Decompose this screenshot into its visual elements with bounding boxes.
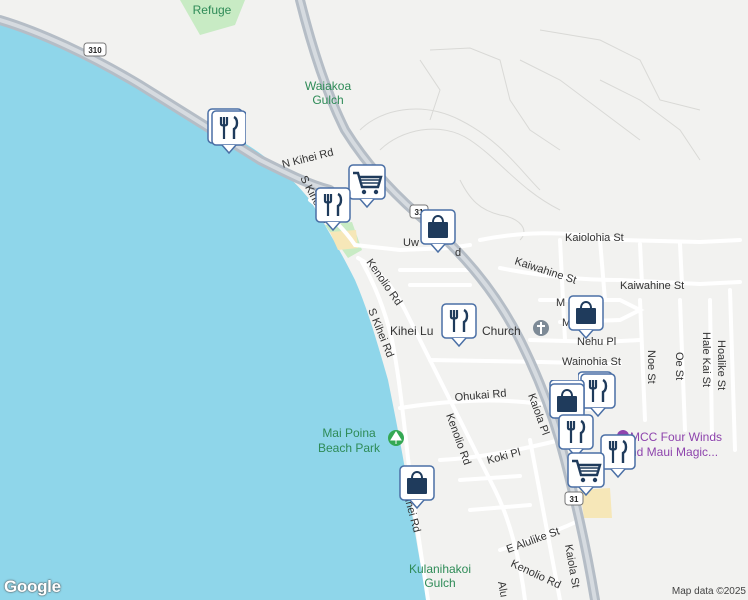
route-310-shield: 310 xyxy=(83,42,107,57)
label-refuge: Refuge xyxy=(193,3,232,17)
label-kihei-church: Kihei Lu xyxy=(390,324,433,338)
label-waiakoa-gulch: Gulch xyxy=(312,93,343,107)
label-hoalike-st: Hoalike St xyxy=(715,340,727,390)
label-kenolio-rd-upper: Kenolio Rd xyxy=(364,257,405,308)
label-oe-st: Oe St xyxy=(673,352,685,380)
shopping-bag-icon xyxy=(568,295,604,340)
label-koki-pl: Koki Pl xyxy=(486,446,522,466)
label-kulanihakoi-gulch: Gulch xyxy=(424,576,455,590)
label-kulanihakoi: Kulanihakoi xyxy=(409,562,471,576)
svg-text:310: 310 xyxy=(88,46,102,55)
label-wainohia-st: Wainohia St xyxy=(562,356,621,368)
label-alu: Alu xyxy=(495,580,510,598)
map-canvas[interactable]: 310 31 31 N Kihei Rd S Kihei Rd S Kihei … xyxy=(0,0,748,600)
shopping-marker-1[interactable] xyxy=(419,208,456,254)
label-n-kihei-rd: N Kihei Rd xyxy=(281,147,335,171)
fork-knife-icon xyxy=(441,303,477,348)
label-kaiolohia-st: Kaiolohia St xyxy=(565,232,624,244)
grocery-marker-2[interactable] xyxy=(566,451,605,497)
map-base: 310 31 31 N Kihei Rd S Kihei Rd S Kihei … xyxy=(0,0,742,600)
shopping-bag-icon xyxy=(420,209,456,254)
label-maui-magic: nd Maui Magic... xyxy=(630,445,718,459)
shopping-marker-4[interactable] xyxy=(398,464,435,510)
label-hale-kai-st: Hale Kai St xyxy=(700,332,712,387)
shopping-bag-icon xyxy=(399,465,435,510)
church-icon xyxy=(533,320,549,336)
fork-knife-icon xyxy=(207,108,246,155)
label-waiakoa: Waiakoa xyxy=(305,79,352,93)
label-kihei-church-tail: Church xyxy=(482,324,521,338)
label-kaiwahine-st-right: Kaiwahine St xyxy=(620,280,684,292)
google-logo: Google xyxy=(4,577,61,596)
shopping-marker-2[interactable] xyxy=(567,294,604,340)
restaurant-marker-3[interactable] xyxy=(440,302,477,348)
restaurant-marker-2[interactable] xyxy=(314,186,351,232)
label-uwapo-rd: Uw xyxy=(403,237,419,249)
label-beach-park: Beach Park xyxy=(318,441,381,455)
map-attribution[interactable]: Map data ©2025 xyxy=(672,586,746,597)
label-noe-st: Noe St xyxy=(645,350,657,384)
label-mai-poina: Mai Poina xyxy=(322,426,376,440)
label-m-1: M xyxy=(556,297,565,309)
park-tree-icon xyxy=(388,430,404,446)
fork-knife-icon xyxy=(315,187,351,232)
label-kaiola-st: Kaiola St xyxy=(562,543,581,588)
shopping-cart-icon xyxy=(567,452,605,497)
restaurant-marker-1[interactable] xyxy=(206,107,246,155)
ocean xyxy=(0,18,428,600)
label-mcc-four-winds: MCC Four Winds xyxy=(630,430,722,444)
restaurant-marker-5[interactable] xyxy=(557,413,594,459)
